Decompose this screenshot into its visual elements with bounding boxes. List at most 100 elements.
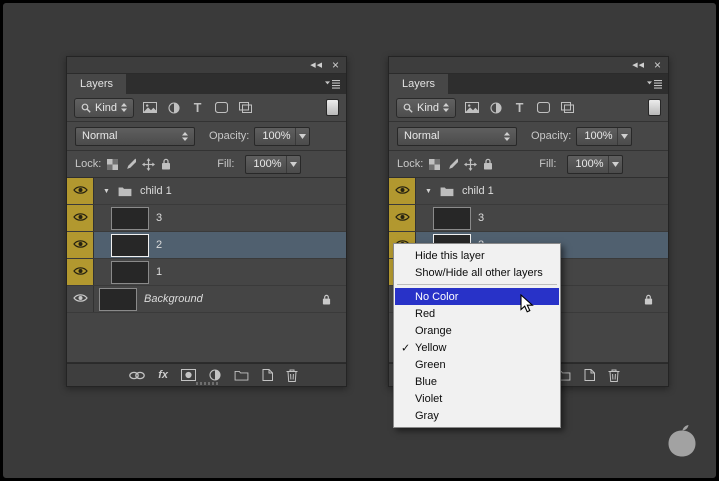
lock-transparency-icon[interactable] xyxy=(107,158,119,170)
delete-layer-button[interactable] xyxy=(608,369,620,382)
layer-thumbnail[interactable] xyxy=(433,206,471,230)
layer-name: 1 xyxy=(156,266,163,278)
layer-name: child 1 xyxy=(461,185,494,197)
blend-mode-dropdown[interactable]: Normal xyxy=(397,126,517,146)
layer-row-group-child-1[interactable]: ▼ child 1 xyxy=(67,178,346,205)
layer-thumbnail[interactable] xyxy=(99,287,137,311)
collapse-panel-icon[interactable]: ◀◀ xyxy=(310,62,323,69)
menu-item-show-hide-all-other-layers[interactable]: Show/Hide all other layers xyxy=(395,264,559,281)
panel-menu-icon[interactable] xyxy=(318,74,346,94)
delete-layer-button[interactable] xyxy=(286,369,298,382)
dropdown-arrow-icon xyxy=(295,127,309,145)
add-layer-mask-button[interactable] xyxy=(181,369,196,381)
tab-layers[interactable]: Layers xyxy=(389,74,449,94)
lock-row: Lock: Fill: 100% xyxy=(67,151,346,178)
layer-filter-row: Kind T xyxy=(67,94,346,122)
new-layer-button[interactable] xyxy=(584,369,595,381)
opacity-value: 100% xyxy=(262,130,291,142)
filter-smart-objects-icon[interactable] xyxy=(237,99,254,116)
layer-row-3[interactable]: 3 xyxy=(67,205,346,232)
menu-item-violet[interactable]: Violet xyxy=(395,390,559,407)
filter-adjustment-layers-icon[interactable] xyxy=(487,99,504,116)
filter-kind-dropdown[interactable]: Kind xyxy=(74,97,135,118)
filter-type-layers-icon[interactable]: T xyxy=(511,99,528,116)
menu-item-label: Red xyxy=(415,307,436,320)
menu-item-red[interactable]: Red xyxy=(395,305,559,322)
dropdown-updown-icon xyxy=(443,103,450,112)
visibility-toggle[interactable] xyxy=(389,205,416,231)
menu-item-yellow[interactable]: ✓ Yellow xyxy=(395,339,559,356)
lock-position-move-icon[interactable] xyxy=(142,157,156,171)
filter-pixel-layers-icon[interactable] xyxy=(141,99,158,116)
opacity-dropdown[interactable]: 100% xyxy=(576,126,633,146)
layer-row-3[interactable]: 3 xyxy=(389,205,668,232)
filter-on-off-toggle[interactable] xyxy=(648,99,661,116)
collapse-panel-icon[interactable]: ◀◀ xyxy=(632,62,645,69)
menu-item-blue[interactable]: Blue xyxy=(395,373,559,390)
lock-all-icon[interactable] xyxy=(483,158,493,170)
lock-all-icon[interactable] xyxy=(161,158,171,170)
tab-layers[interactable]: Layers xyxy=(67,74,127,94)
resize-grip[interactable] xyxy=(195,382,218,385)
blend-mode-row: Normal Opacity: 100% xyxy=(67,122,346,151)
lock-pixels-brush-icon[interactable] xyxy=(446,158,459,170)
close-panel-icon[interactable]: × xyxy=(654,59,661,71)
layer-thumbnail[interactable] xyxy=(111,233,149,257)
link-layers-button[interactable] xyxy=(129,371,146,380)
filter-on-off-toggle[interactable] xyxy=(326,99,339,116)
layer-thumbnail[interactable] xyxy=(111,206,149,230)
menu-item-green[interactable]: Green xyxy=(395,356,559,373)
fill-dropdown[interactable]: 100% xyxy=(245,154,302,174)
opacity-dropdown[interactable]: 100% xyxy=(254,126,311,146)
mouse-cursor xyxy=(520,294,534,313)
menu-item-no-color[interactable]: No Color xyxy=(395,288,559,305)
filter-shape-layers-icon[interactable] xyxy=(535,99,552,116)
menu-item-gray[interactable]: Gray xyxy=(395,407,559,424)
menu-item-orange[interactable]: Orange xyxy=(395,322,559,339)
blend-mode-dropdown[interactable]: Normal xyxy=(75,126,195,146)
menu-item-hide-this-layer[interactable]: Hide this layer xyxy=(395,247,559,264)
fill-dropdown[interactable]: 100% xyxy=(567,154,624,174)
filter-smart-objects-icon[interactable] xyxy=(559,99,576,116)
group-expand-icon[interactable]: ▼ xyxy=(103,188,110,195)
visibility-toggle[interactable] xyxy=(67,286,94,312)
fill-label: Fill: xyxy=(217,158,235,170)
lock-transparency-icon[interactable] xyxy=(429,158,441,170)
layer-style-button[interactable]: fx xyxy=(158,369,168,381)
watermark-logo xyxy=(668,425,696,457)
search-icon xyxy=(81,103,91,113)
filter-kind-dropdown[interactable]: Kind xyxy=(396,97,457,118)
layer-thumbnail[interactable] xyxy=(111,260,149,284)
layer-row-group-child-1[interactable]: ▼ child 1 xyxy=(389,178,668,205)
layer-row-background[interactable]: Background xyxy=(67,286,346,313)
new-adjustment-layer-button[interactable] xyxy=(209,369,221,381)
visibility-toggle[interactable] xyxy=(389,178,416,204)
layers-panel: ◀◀ × Layers Kind T Normal Opacity: 100% … xyxy=(66,56,347,387)
opacity-label: Opacity: xyxy=(209,130,250,142)
eye-icon xyxy=(72,266,88,279)
menu-item-label: Violet xyxy=(415,392,443,405)
lock-position-move-icon[interactable] xyxy=(464,157,478,171)
filter-shape-layers-icon[interactable] xyxy=(213,99,230,116)
layer-row-1[interactable]: 1 xyxy=(67,259,346,286)
panel-menu-icon[interactable] xyxy=(640,74,668,94)
filter-adjustment-layers-icon[interactable] xyxy=(165,99,182,116)
search-icon xyxy=(403,103,413,113)
visibility-toggle[interactable] xyxy=(67,259,94,285)
visibility-toggle[interactable] xyxy=(67,232,94,258)
layer-row-2-selected[interactable]: 2 xyxy=(67,232,346,259)
filter-kind-value: Kind xyxy=(95,101,118,114)
filter-pixel-layers-icon[interactable] xyxy=(463,99,480,116)
new-group-button[interactable] xyxy=(234,370,249,381)
panel-tab-bar: Layers xyxy=(389,74,668,94)
lock-label: Lock: xyxy=(75,158,102,170)
new-layer-button[interactable] xyxy=(262,369,273,381)
lock-pixels-brush-icon[interactable] xyxy=(124,158,137,170)
visibility-toggle[interactable] xyxy=(67,205,94,231)
filter-type-layers-icon[interactable]: T xyxy=(189,99,206,116)
visibility-toggle[interactable] xyxy=(67,178,94,204)
close-panel-icon[interactable]: × xyxy=(332,59,339,71)
tab-bar-spacer xyxy=(448,74,640,94)
group-expand-icon[interactable]: ▼ xyxy=(425,188,432,195)
menu-separator xyxy=(397,284,557,285)
